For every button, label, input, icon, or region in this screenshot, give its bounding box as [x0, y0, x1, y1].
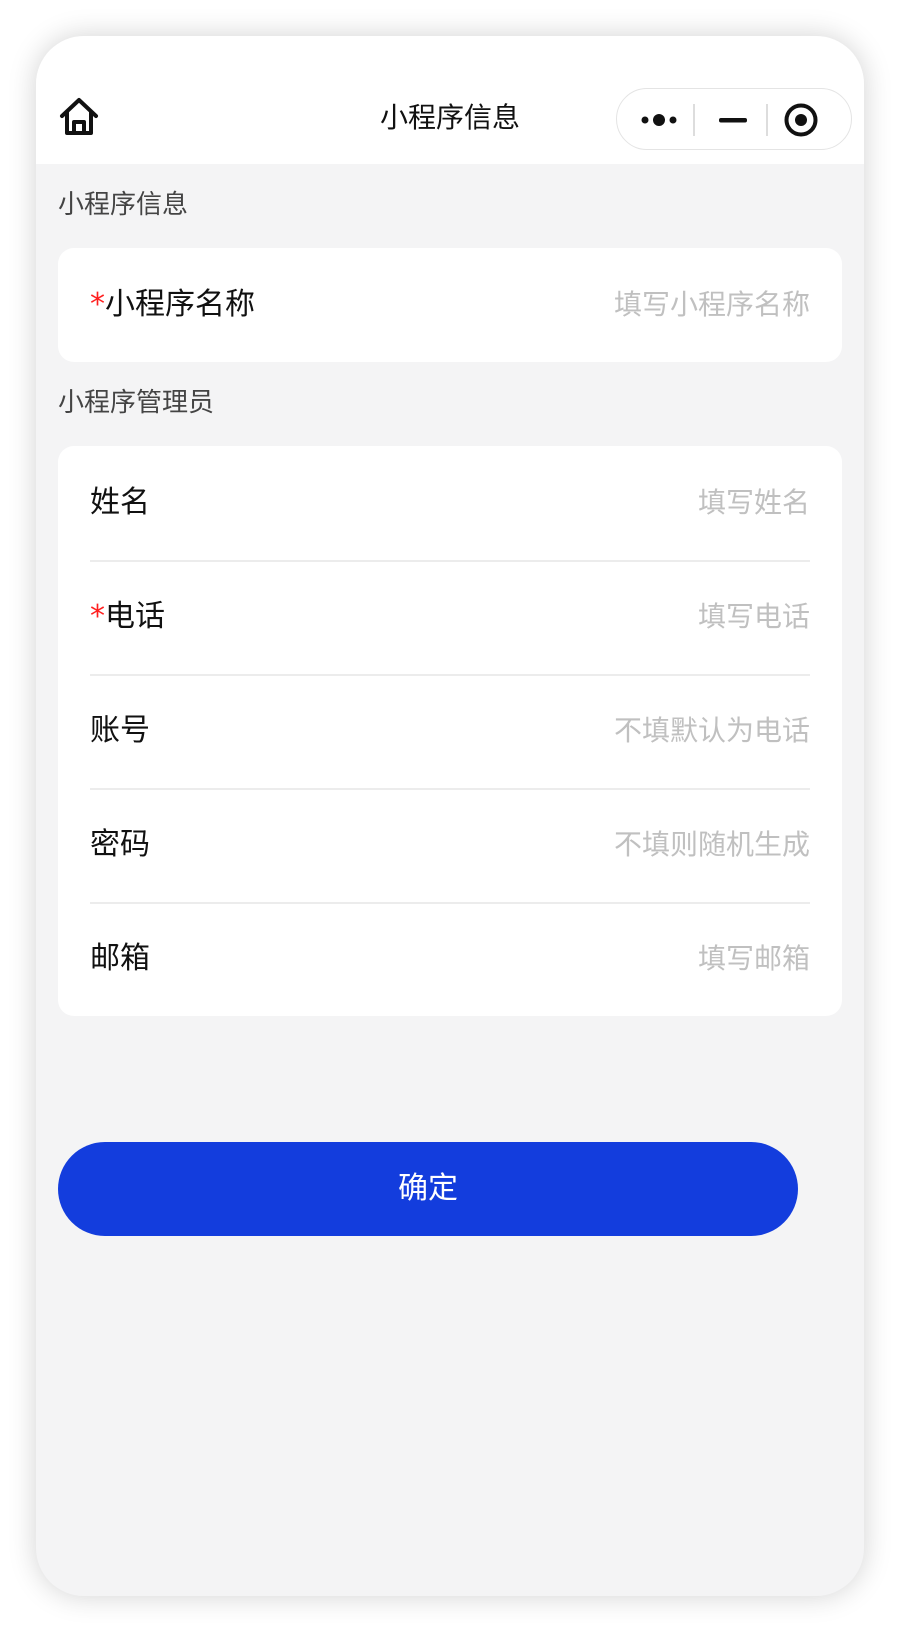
target-circle-icon [784, 103, 818, 137]
section-title-app-info: 小程序信息 [58, 190, 189, 220]
capsule-divider [766, 104, 768, 136]
admin-card: 姓名 *电话 账号 密码 邮箱 [58, 446, 842, 1016]
more-button[interactable] [617, 89, 695, 151]
app-info-card: *小程序名称 [58, 248, 842, 362]
required-mark: * [90, 287, 105, 322]
minimize-button[interactable] [695, 89, 773, 151]
field-label: 邮箱 [90, 941, 150, 976]
field-label: *电话 [90, 599, 165, 634]
field-row-email: 邮箱 [58, 902, 842, 1016]
app-name-input[interactable] [390, 278, 810, 330]
field-label: 姓名 [90, 485, 150, 520]
field-label: 密码 [90, 827, 150, 862]
field-row-password: 密码 [58, 788, 842, 902]
section-title-admin: 小程序管理员 [58, 388, 215, 418]
more-dots-icon [641, 114, 677, 126]
navigation-bar: 小程序信息 [36, 36, 864, 164]
phone-input[interactable] [390, 590, 810, 642]
field-row-phone: *电话 [58, 560, 842, 674]
field-row-name: 姓名 [58, 446, 842, 560]
field-label: *小程序名称 [90, 287, 255, 322]
password-input[interactable] [390, 818, 810, 870]
phone-frame: 小程序信息 小程序信息 *小程序名称 填写小程序名称 小程序管理员 姓名 填写姓… [36, 36, 864, 1596]
field-row-account: 账号 [58, 674, 842, 788]
account-input[interactable] [390, 704, 810, 756]
confirm-button[interactable]: 确定 [58, 1142, 798, 1236]
field-row-app-name: *小程序名称 [58, 248, 842, 362]
field-label: 账号 [90, 713, 150, 748]
name-input[interactable] [390, 476, 810, 528]
minimize-icon [719, 118, 747, 123]
menu-capsule [616, 88, 852, 150]
close-button[interactable] [769, 89, 847, 151]
required-mark: * [90, 599, 105, 634]
email-input[interactable] [390, 932, 810, 984]
